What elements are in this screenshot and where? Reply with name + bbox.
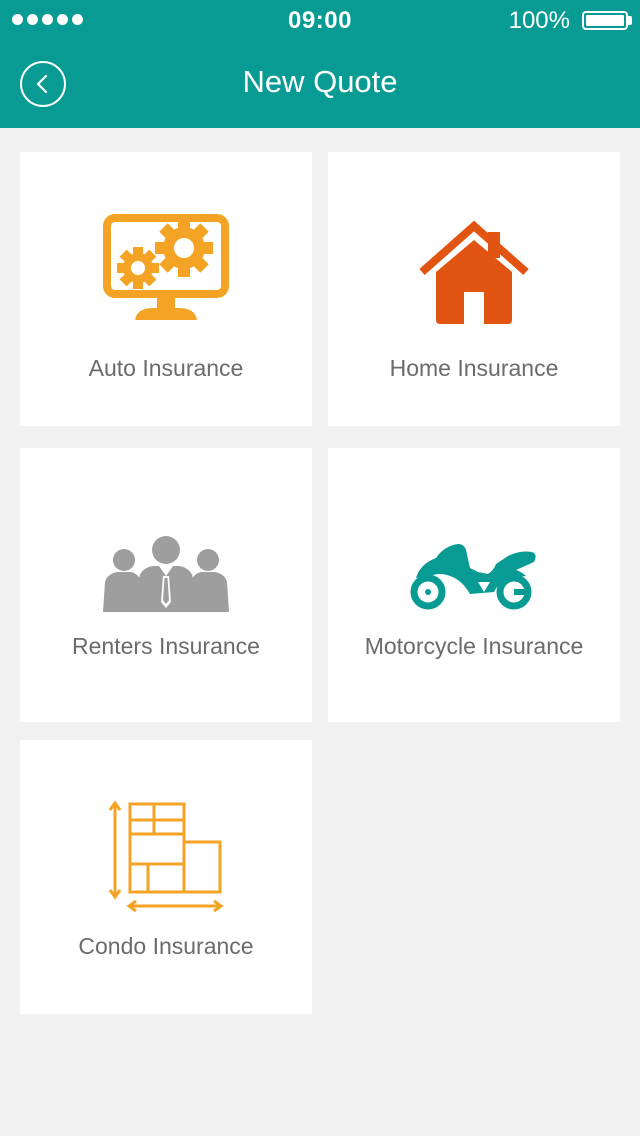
card-label: Motorcycle Insurance — [364, 633, 584, 659]
motorcycle-icon — [410, 544, 536, 610]
renters-insurance-card[interactable]: Renters Insurance — [20, 448, 312, 722]
card-label: Condo Insurance — [78, 933, 254, 959]
status-bar: 09:00 100% — [0, 0, 640, 40]
house-icon — [419, 220, 529, 324]
motorcycle-insurance-card[interactable]: Motorcycle Insurance — [328, 448, 620, 722]
home-insurance-card[interactable]: Home Insurance — [328, 152, 620, 426]
card-label: Renters Insurance — [72, 633, 260, 659]
page-title: New Quote — [242, 64, 398, 99]
people-icon — [103, 536, 229, 612]
monitor-gears-icon — [103, 214, 229, 320]
card-label: Auto Insurance — [88, 355, 244, 381]
battery-icon — [582, 11, 628, 30]
condo-insurance-card[interactable]: Condo Insurance — [20, 740, 312, 1014]
battery-percent: 100% — [508, 7, 570, 34]
floor-plan-icon — [108, 800, 224, 913]
card-label: Home Insurance — [389, 355, 559, 381]
app-header: 09:00 100% New Quote — [0, 0, 640, 128]
auto-insurance-card[interactable]: Auto Insurance — [20, 152, 312, 426]
